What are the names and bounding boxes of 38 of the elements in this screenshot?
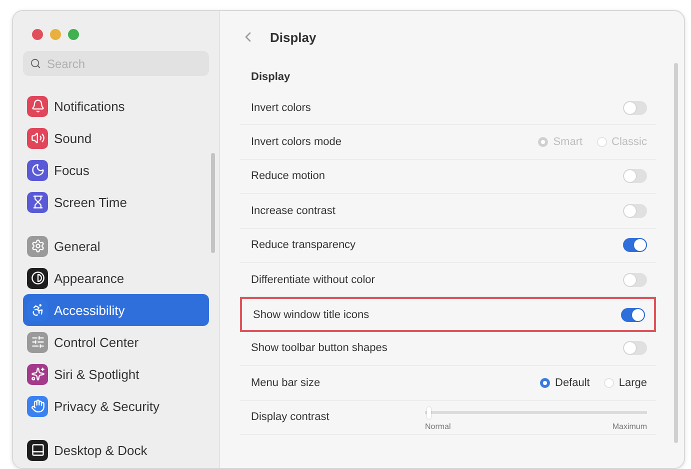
sidebar-item[interactable]: Appearance [23, 262, 209, 294]
setting-label: Invert colors mode [251, 136, 342, 148]
setting-label: Show toolbar button shapes [251, 342, 388, 354]
page-title: Display [270, 30, 316, 44]
setting-label: Increase contrast [251, 204, 336, 217]
toggle-switch[interactable] [623, 238, 647, 252]
sidebar-item[interactable]: Siri & Spotlight [23, 358, 209, 390]
toggle-switch[interactable] [623, 204, 647, 218]
sidebar-item[interactable]: Privacy & Security [23, 390, 209, 422]
radio-option[interactable]: Large [604, 376, 647, 389]
sidebar-item[interactable]: General [23, 230, 209, 262]
sidebar-item[interactable]: Accessibility [23, 294, 209, 326]
setting-label: Menu bar size [251, 376, 320, 389]
radio-option[interactable]: Default [540, 376, 590, 389]
close-button[interactable] [32, 29, 43, 40]
setting-label: Reduce motion [251, 170, 325, 182]
setting-label: Reduce transparency [251, 239, 356, 252]
section-title: Display [250, 70, 292, 85]
sidebar-item[interactable]: Focus [23, 154, 209, 186]
toggle-switch[interactable] [623, 272, 647, 287]
minimize-button[interactable] [50, 29, 61, 40]
search-icon [30, 58, 41, 69]
toggle-switch[interactable] [621, 308, 645, 322]
setting-label: Show window title icons [253, 308, 370, 321]
sidebar-item[interactable]: Sound [23, 122, 209, 154]
slider-min-label: Normal [425, 422, 451, 431]
sidebar-item[interactable]: Control Center [23, 326, 209, 358]
setting-label: Differentiate without color [251, 274, 375, 286]
toggle-switch[interactable] [623, 100, 647, 115]
setting-label: Display contrast [251, 411, 330, 424]
toggle-switch[interactable] [623, 169, 647, 184]
slider-max-label: Maximum [612, 422, 647, 431]
setting-label: Invert colors [251, 102, 311, 114]
sidebar-item[interactable]: Screen Time [23, 186, 209, 218]
zoom-button[interactable] [68, 29, 79, 40]
sidebar-item[interactable]: Notifications [23, 90, 209, 122]
sidebar-item[interactable]: Desktop & Dock [23, 434, 209, 466]
toggle-switch[interactable] [623, 341, 647, 356]
